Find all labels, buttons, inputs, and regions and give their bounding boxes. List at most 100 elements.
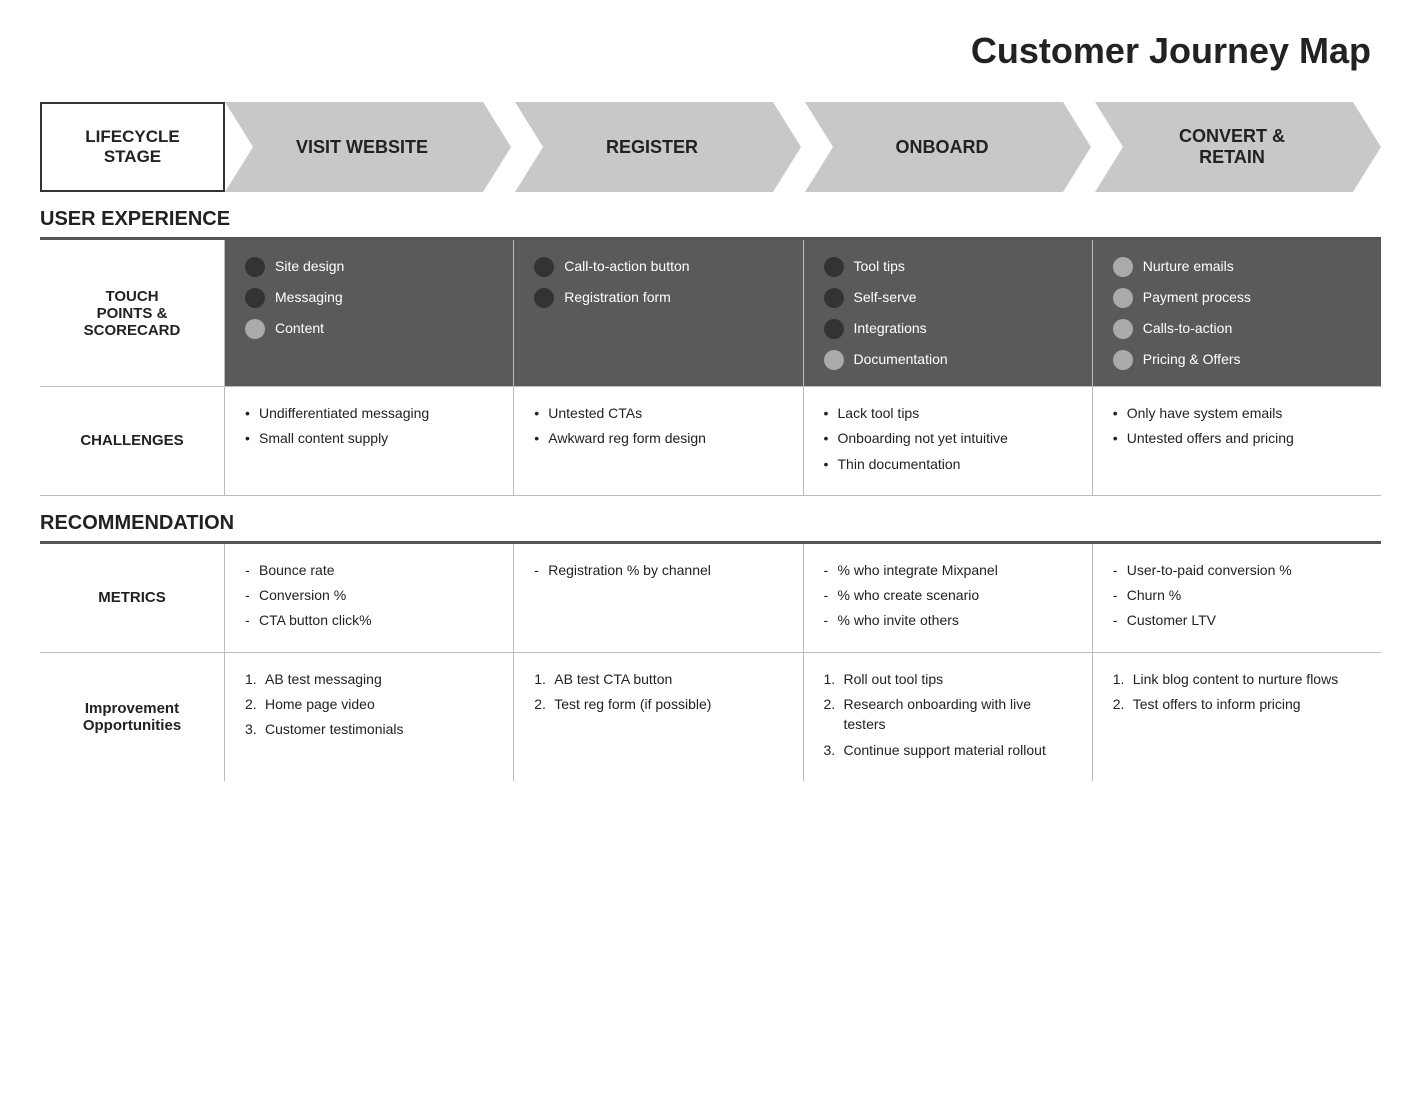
dot-icon xyxy=(534,288,554,308)
dot-icon xyxy=(1113,288,1133,308)
metrics-label: METRICS xyxy=(40,544,225,652)
list-item: User-to-paid conversion % xyxy=(1113,560,1361,580)
page-title: Customer Journey Map xyxy=(40,30,1381,72)
list-item: 2.Research onboarding with live testers xyxy=(824,694,1072,735)
recommendation-section: RECOMMENDATION xyxy=(40,506,1381,544)
improvements-cell-2: 1.AB test CTA button 2.Test reg form (if… xyxy=(514,653,803,781)
list-item: Registration % by channel xyxy=(534,560,782,580)
touch-points-row: TOUCH POINTS & SCORECARD Site design Mes… xyxy=(40,240,1381,387)
dot-icon xyxy=(245,288,265,308)
improvements-list-4: 1.Link blog content to nurture flows 2.T… xyxy=(1113,669,1361,715)
improvements-cell-1: 1.AB test messaging 2.Home page video 3.… xyxy=(225,653,514,781)
improvements-row: Improvement Opportunities 1.AB test mess… xyxy=(40,653,1381,781)
list-item: 2.Home page video xyxy=(245,694,493,714)
list-item: Thin documentation xyxy=(824,454,1072,474)
metrics-row: METRICS Bounce rate Conversion % CTA but… xyxy=(40,544,1381,653)
list-item: Awkward reg form design xyxy=(534,428,782,448)
touch-item: Integrations xyxy=(824,318,1072,339)
touch-item: Call-to-action button xyxy=(534,256,782,277)
metrics-list-4: User-to-paid conversion % Churn % Custom… xyxy=(1113,560,1361,631)
list-item: 2.Test offers to inform pricing xyxy=(1113,694,1361,714)
dot-icon xyxy=(1113,257,1133,277)
touch-item: Registration form xyxy=(534,287,782,308)
touch-item: Content xyxy=(245,318,493,339)
improvements-label: Improvement Opportunities xyxy=(40,653,225,781)
metrics-list-1: Bounce rate Conversion % CTA button clic… xyxy=(245,560,493,631)
list-item: Small content supply xyxy=(245,428,493,448)
touch-item: Documentation xyxy=(824,349,1072,370)
list-item: 1.Roll out tool tips xyxy=(824,669,1072,689)
user-experience-label: USER EXPERIENCE xyxy=(40,208,230,231)
list-item: 1.Link blog content to nurture flows xyxy=(1113,669,1361,689)
improvements-cell-4: 1.Link blog content to nurture flows 2.T… xyxy=(1093,653,1381,781)
touch-item: Payment process xyxy=(1113,287,1361,308)
improvements-cell-3: 1.Roll out tool tips 2.Research onboardi… xyxy=(804,653,1093,781)
stage-onboard: ONBOARD xyxy=(805,102,1091,192)
improvements-list-1: 1.AB test messaging 2.Home page video 3.… xyxy=(245,669,493,740)
dot-icon xyxy=(1113,350,1133,370)
dot-icon xyxy=(824,350,844,370)
list-item: Lack tool tips xyxy=(824,403,1072,423)
dot-icon xyxy=(245,257,265,277)
touch-item: Calls-to-action xyxy=(1113,318,1361,339)
stage-convert-retain: CONVERT & RETAIN xyxy=(1095,102,1381,192)
challenges-list-3: Lack tool tips Onboarding not yet intuit… xyxy=(824,403,1072,474)
touch-item: Pricing & Offers xyxy=(1113,349,1361,370)
list-item: Untested offers and pricing xyxy=(1113,428,1361,448)
metrics-cell-1: Bounce rate Conversion % CTA button clic… xyxy=(225,544,514,652)
metrics-cell-4: User-to-paid conversion % Churn % Custom… xyxy=(1093,544,1381,652)
list-item: Untested CTAs xyxy=(534,403,782,423)
stage-register: REGISTER xyxy=(515,102,801,192)
dot-icon xyxy=(824,319,844,339)
improvements-list-2: 1.AB test CTA button 2.Test reg form (if… xyxy=(534,669,782,715)
user-experience-section: USER EXPERIENCE xyxy=(40,202,1381,240)
list-item: Conversion % xyxy=(245,585,493,605)
touch-points-cell-1: Site design Messaging Content xyxy=(225,240,514,386)
touch-points-cell-3: Tool tips Self-serve Integrations Docume… xyxy=(804,240,1093,386)
metrics-list-2: Registration % by channel xyxy=(534,560,782,580)
challenges-label: CHALLENGES xyxy=(40,387,225,495)
challenges-cell-4: Only have system emails Untested offers … xyxy=(1093,387,1381,495)
dot-icon xyxy=(824,288,844,308)
touch-item: Site design xyxy=(245,256,493,277)
dot-icon xyxy=(534,257,554,277)
dot-icon xyxy=(824,257,844,277)
touch-points-cell-2: Call-to-action button Registration form xyxy=(514,240,803,386)
challenges-list-2: Untested CTAs Awkward reg form design xyxy=(534,403,782,449)
list-item: 2.Test reg form (if possible) xyxy=(534,694,782,714)
challenges-cell-3: Lack tool tips Onboarding not yet intuit… xyxy=(804,387,1093,495)
list-item: Churn % xyxy=(1113,585,1361,605)
list-item: CTA button click% xyxy=(245,610,493,630)
metrics-cell-3: % who integrate Mixpanel % who create sc… xyxy=(804,544,1093,652)
dot-icon xyxy=(245,319,265,339)
touch-item: Self-serve xyxy=(824,287,1072,308)
challenges-cell-1: Undifferentiated messaging Small content… xyxy=(225,387,514,495)
metrics-list-3: % who integrate Mixpanel % who create sc… xyxy=(824,560,1072,631)
list-item: Bounce rate xyxy=(245,560,493,580)
list-item: % who invite others xyxy=(824,610,1072,630)
list-item: Only have system emails xyxy=(1113,403,1361,423)
lifecycle-label: LIFECYCLE STAGE xyxy=(40,102,225,192)
improvements-list-3: 1.Roll out tool tips 2.Research onboardi… xyxy=(824,669,1072,760)
touch-points-label: TOUCH POINTS & SCORECARD xyxy=(40,240,225,386)
challenges-list-1: Undifferentiated messaging Small content… xyxy=(245,403,493,449)
dot-icon xyxy=(1113,319,1133,339)
list-item: Onboarding not yet intuitive xyxy=(824,428,1072,448)
touch-item: Nurture emails xyxy=(1113,256,1361,277)
challenges-cell-2: Untested CTAs Awkward reg form design xyxy=(514,387,803,495)
list-item: % who create scenario xyxy=(824,585,1072,605)
metrics-cell-2: Registration % by channel xyxy=(514,544,803,652)
list-item: Customer LTV xyxy=(1113,610,1361,630)
lifecycle-row: LIFECYCLE STAGE VISIT WEBSITE REGISTER O… xyxy=(40,102,1381,192)
list-item: 3.Continue support material rollout xyxy=(824,740,1072,760)
list-item: Undifferentiated messaging xyxy=(245,403,493,423)
stage-visit-website: VISIT WEBSITE xyxy=(225,102,511,192)
list-item: % who integrate Mixpanel xyxy=(824,560,1072,580)
touch-item: Messaging xyxy=(245,287,493,308)
touch-item: Tool tips xyxy=(824,256,1072,277)
recommendation-label: RECOMMENDATION xyxy=(40,512,234,535)
list-item: 1.AB test CTA button xyxy=(534,669,782,689)
challenges-row: CHALLENGES Undifferentiated messaging Sm… xyxy=(40,387,1381,496)
touch-points-cell-4: Nurture emails Payment process Calls-to-… xyxy=(1093,240,1381,386)
challenges-list-4: Only have system emails Untested offers … xyxy=(1113,403,1361,449)
